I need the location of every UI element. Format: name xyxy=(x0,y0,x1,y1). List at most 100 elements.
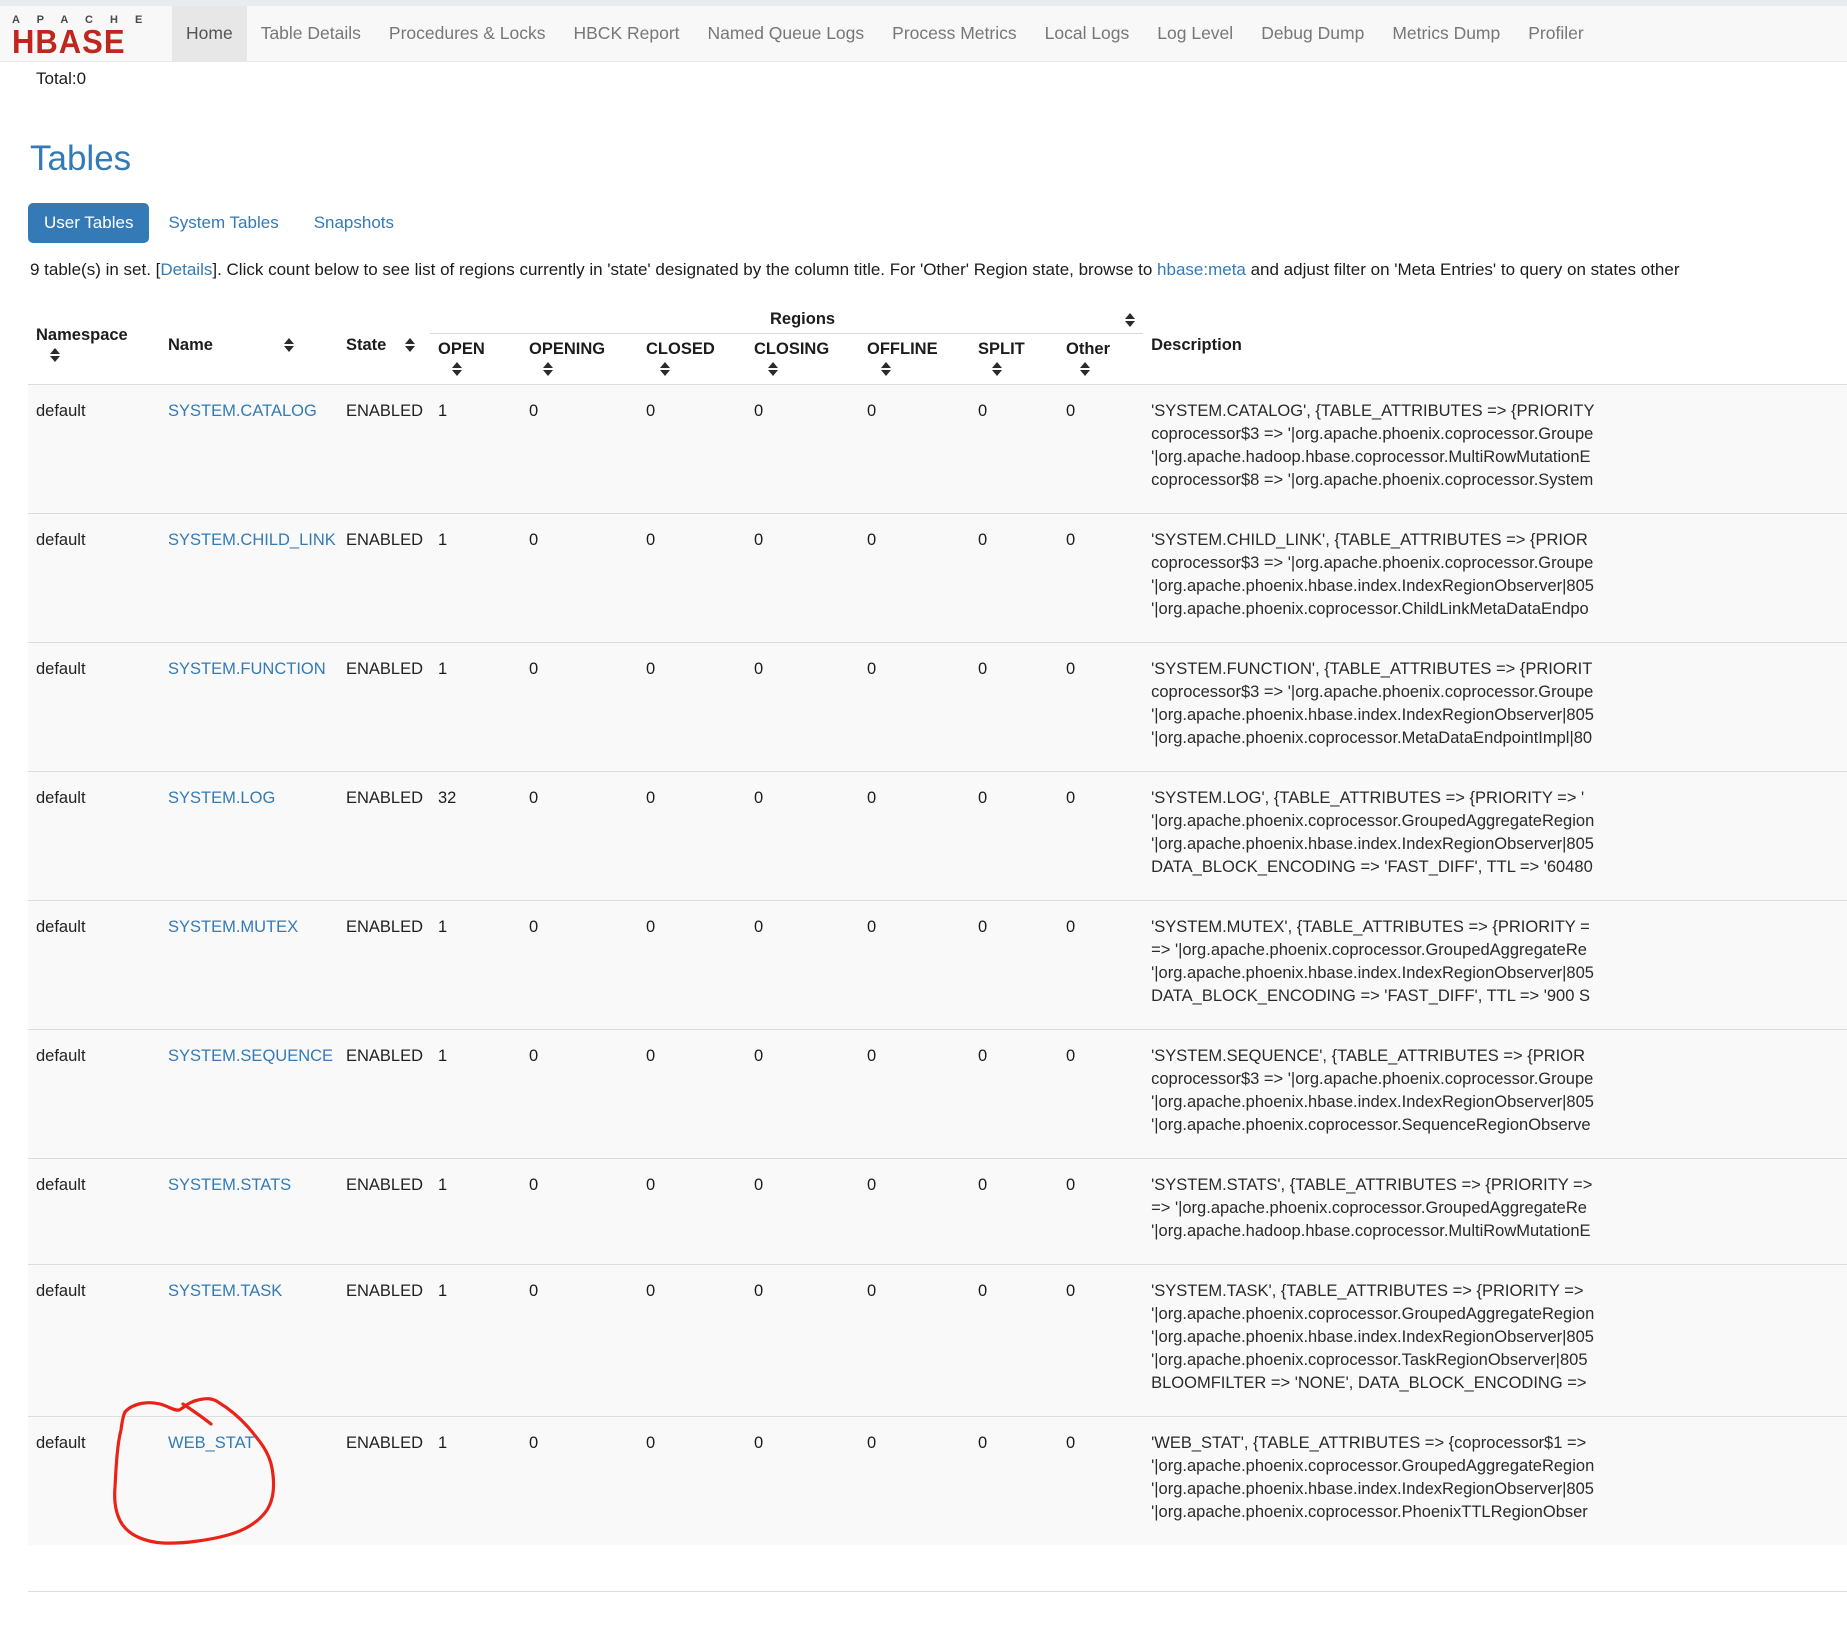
offline-count[interactable]: 0 xyxy=(859,1417,970,1546)
opening-count[interactable]: 0 xyxy=(521,901,638,1030)
sort-icon[interactable] xyxy=(992,362,1002,376)
sort-icon[interactable] xyxy=(1125,313,1135,327)
opening-count[interactable]: 0 xyxy=(521,1417,638,1546)
hbase-meta-link[interactable]: hbase:meta xyxy=(1157,260,1246,279)
nav-item[interactable]: Named Queue Logs xyxy=(694,6,879,61)
closing-count[interactable]: 0 xyxy=(746,901,859,1030)
hbase-logo[interactable]: A P A C H E HBASE xyxy=(0,6,172,61)
split-count[interactable]: 0 xyxy=(970,772,1058,901)
closed-count[interactable]: 0 xyxy=(638,901,746,1030)
split-count[interactable]: 0 xyxy=(970,385,1058,514)
open-count[interactable]: 1 xyxy=(430,514,521,643)
sort-icon[interactable] xyxy=(768,362,778,376)
sort-icon[interactable] xyxy=(660,362,670,376)
closing-count[interactable]: 0 xyxy=(746,385,859,514)
offline-count[interactable]: 0 xyxy=(859,643,970,772)
table-name-link[interactable]: SYSTEM.LOG xyxy=(168,789,275,807)
closed-count[interactable]: 0 xyxy=(638,385,746,514)
nav-item[interactable]: Home xyxy=(172,6,247,61)
other-count[interactable]: 0 xyxy=(1058,1417,1143,1546)
opening-count[interactable]: 0 xyxy=(521,514,638,643)
table-name-link[interactable]: SYSTEM.CHILD_LINK xyxy=(168,531,336,549)
open-count[interactable]: 1 xyxy=(430,1159,521,1265)
opening-count[interactable]: 0 xyxy=(521,1159,638,1265)
other-count[interactable]: 0 xyxy=(1058,1265,1143,1417)
sort-icon[interactable] xyxy=(881,362,891,376)
open-count[interactable]: 32 xyxy=(430,772,521,901)
split-count[interactable]: 0 xyxy=(970,1159,1058,1265)
opening-count[interactable]: 0 xyxy=(521,643,638,772)
opening-count[interactable]: 0 xyxy=(521,772,638,901)
other-count[interactable]: 0 xyxy=(1058,514,1143,643)
nav-item[interactable]: Table Details xyxy=(247,6,375,61)
tab-snapshots[interactable]: Snapshots xyxy=(298,203,410,243)
tab-user-tables[interactable]: User Tables xyxy=(28,203,149,243)
column-header-region-state[interactable]: CLOSING xyxy=(746,334,859,385)
offline-count[interactable]: 0 xyxy=(859,1265,970,1417)
column-header-region-state[interactable]: OPEN xyxy=(430,334,521,385)
column-header-state[interactable]: State xyxy=(338,306,430,385)
closing-count[interactable]: 0 xyxy=(746,643,859,772)
column-header-name[interactable]: Name xyxy=(160,306,338,385)
opening-count[interactable]: 0 xyxy=(521,1030,638,1159)
closed-count[interactable]: 0 xyxy=(638,772,746,901)
details-link[interactable]: Details xyxy=(160,260,212,279)
table-name-link[interactable]: WEB_STAT xyxy=(168,1434,254,1452)
split-count[interactable]: 0 xyxy=(970,514,1058,643)
nav-item[interactable]: Procedures & Locks xyxy=(375,6,560,61)
offline-count[interactable]: 0 xyxy=(859,1030,970,1159)
closing-count[interactable]: 0 xyxy=(746,1159,859,1265)
table-name-link[interactable]: SYSTEM.CATALOG xyxy=(168,402,317,420)
sort-icon[interactable] xyxy=(452,362,462,376)
table-name-link[interactable]: SYSTEM.MUTEX xyxy=(168,918,298,936)
closed-count[interactable]: 0 xyxy=(638,1417,746,1546)
nav-item[interactable]: Log Level xyxy=(1143,6,1247,61)
sort-icon[interactable] xyxy=(405,338,415,352)
opening-count[interactable]: 0 xyxy=(521,1265,638,1417)
column-header-region-state[interactable]: CLOSED xyxy=(638,334,746,385)
nav-item[interactable]: HBCK Report xyxy=(560,6,694,61)
column-header-region-state[interactable]: OFFLINE xyxy=(859,334,970,385)
open-count[interactable]: 1 xyxy=(430,643,521,772)
closed-count[interactable]: 0 xyxy=(638,1159,746,1265)
sort-icon[interactable] xyxy=(543,362,553,376)
column-group-regions[interactable]: Regions xyxy=(430,306,1143,334)
closed-count[interactable]: 0 xyxy=(638,1030,746,1159)
closing-count[interactable]: 0 xyxy=(746,1030,859,1159)
open-count[interactable]: 1 xyxy=(430,1265,521,1417)
offline-count[interactable]: 0 xyxy=(859,514,970,643)
split-count[interactable]: 0 xyxy=(970,1417,1058,1546)
sort-icon[interactable] xyxy=(1080,362,1090,376)
other-count[interactable]: 0 xyxy=(1058,1159,1143,1265)
closing-count[interactable]: 0 xyxy=(746,772,859,901)
other-count[interactable]: 0 xyxy=(1058,1030,1143,1159)
closed-count[interactable]: 0 xyxy=(638,1265,746,1417)
other-count[interactable]: 0 xyxy=(1058,772,1143,901)
offline-count[interactable]: 0 xyxy=(859,772,970,901)
closing-count[interactable]: 0 xyxy=(746,1417,859,1546)
opening-count[interactable]: 0 xyxy=(521,385,638,514)
sort-icon[interactable] xyxy=(50,348,60,362)
closed-count[interactable]: 0 xyxy=(638,514,746,643)
offline-count[interactable]: 0 xyxy=(859,385,970,514)
offline-count[interactable]: 0 xyxy=(859,901,970,1030)
closed-count[interactable]: 0 xyxy=(638,643,746,772)
other-count[interactable]: 0 xyxy=(1058,643,1143,772)
open-count[interactable]: 1 xyxy=(430,901,521,1030)
column-header-region-state[interactable]: SPLIT xyxy=(970,334,1058,385)
split-count[interactable]: 0 xyxy=(970,1265,1058,1417)
table-name-link[interactable]: SYSTEM.FUNCTION xyxy=(168,660,326,678)
other-count[interactable]: 0 xyxy=(1058,385,1143,514)
split-count[interactable]: 0 xyxy=(970,1030,1058,1159)
nav-item[interactable]: Metrics Dump xyxy=(1378,6,1514,61)
nav-item[interactable]: Local Logs xyxy=(1031,6,1144,61)
nav-item[interactable]: Profiler xyxy=(1514,6,1597,61)
closing-count[interactable]: 0 xyxy=(746,1265,859,1417)
table-name-link[interactable]: SYSTEM.SEQUENCE xyxy=(168,1047,333,1065)
open-count[interactable]: 1 xyxy=(430,385,521,514)
column-header-region-state[interactable]: OPENING xyxy=(521,334,638,385)
table-name-link[interactable]: SYSTEM.TASK xyxy=(168,1282,282,1300)
nav-item[interactable]: Process Metrics xyxy=(878,6,1030,61)
other-count[interactable]: 0 xyxy=(1058,901,1143,1030)
open-count[interactable]: 1 xyxy=(430,1030,521,1159)
